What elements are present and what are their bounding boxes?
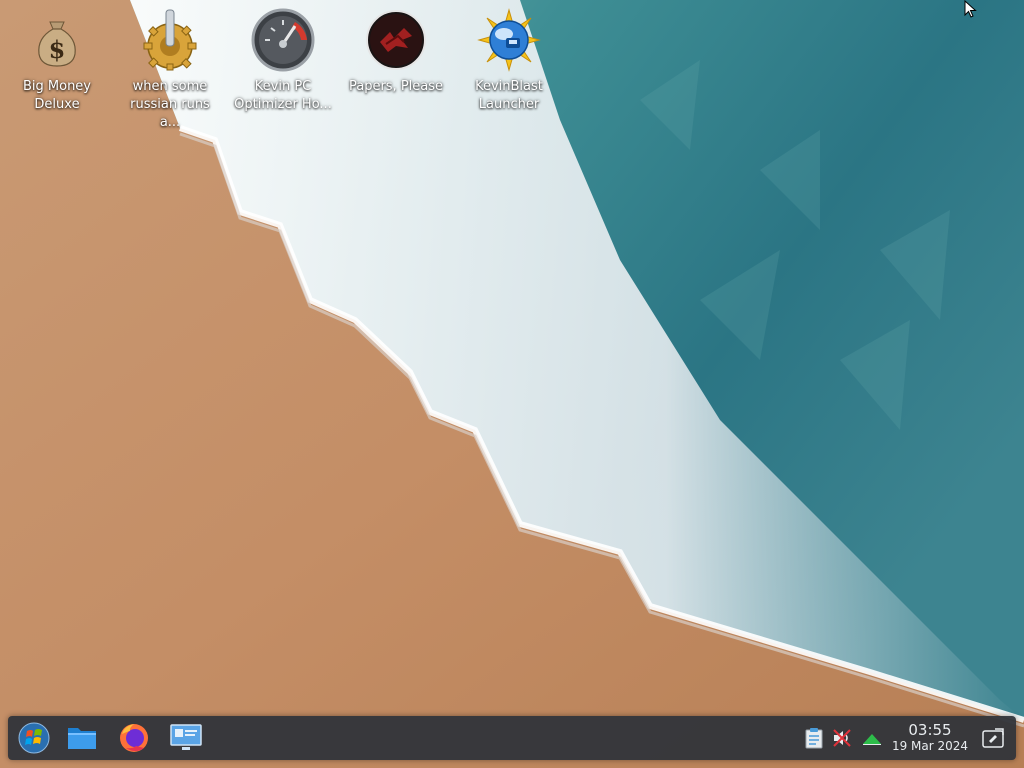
- firefox-icon: [120, 724, 148, 752]
- desktop[interactable]: $ Big Money Deluxe when some russian run…: [0, 0, 1024, 768]
- speedometer-icon: [251, 8, 315, 72]
- system-settings-button[interactable]: [168, 720, 204, 756]
- application-launcher-button[interactable]: [16, 720, 52, 756]
- audio-muted-icon: [833, 729, 851, 747]
- show-desktop-button[interactable]: [980, 725, 1006, 751]
- desktop-icon-big-money-deluxe[interactable]: $ Big Money Deluxe: [5, 8, 109, 114]
- mouse-pointer-icon: [964, 0, 977, 18]
- start-orb-icon: [18, 722, 50, 754]
- system-settings-icon: [170, 724, 202, 750]
- desktop-icon-kevin-pc-optimizer[interactable]: Kevin PC Optimizer Ho...: [231, 8, 335, 114]
- digital-clock[interactable]: 03:55 19 Mar 2024: [884, 721, 976, 754]
- desktop-icon-label: when some russian runs a...: [130, 79, 210, 130]
- desktop-icon-label: Kevin PC Optimizer Ho...: [234, 79, 332, 112]
- network-tray-icon[interactable]: [860, 726, 884, 750]
- clipboard-icon: [805, 728, 823, 749]
- folder-icon: [68, 728, 96, 749]
- taskbar: 03:55 19 Mar 2024: [8, 716, 1016, 760]
- desktop-icon-label: Papers, Please: [348, 79, 444, 94]
- network-icon: [863, 734, 881, 745]
- file-manager-button[interactable]: [64, 720, 100, 756]
- globe-sun-icon: [477, 8, 541, 72]
- firefox-button[interactable]: [116, 720, 152, 756]
- desktop-icon-label: KevinBlast Launcher: [475, 79, 543, 112]
- clock-time: 03:55: [908, 721, 952, 739]
- money-bag-icon: $: [25, 8, 89, 72]
- papers-please-emblem-icon: [364, 8, 428, 72]
- clock-date: 19 Mar 2024: [891, 739, 969, 753]
- audio-tray-icon[interactable]: [830, 726, 854, 750]
- desktop-icon-russian[interactable]: when some russian runs a...: [118, 8, 222, 132]
- show-desktop-icon: [982, 728, 1004, 748]
- desktop-icon-kevinblast-launcher[interactable]: KevinBlast Launcher: [457, 8, 561, 114]
- desktop-icon-papers-please[interactable]: Papers, Please: [344, 8, 448, 96]
- desktop-icon-label: Big Money Deluxe: [22, 79, 91, 112]
- clipboard-tray-icon[interactable]: [802, 726, 826, 750]
- gear-joystick-icon: [138, 8, 202, 72]
- svg-text:$: $: [49, 35, 66, 64]
